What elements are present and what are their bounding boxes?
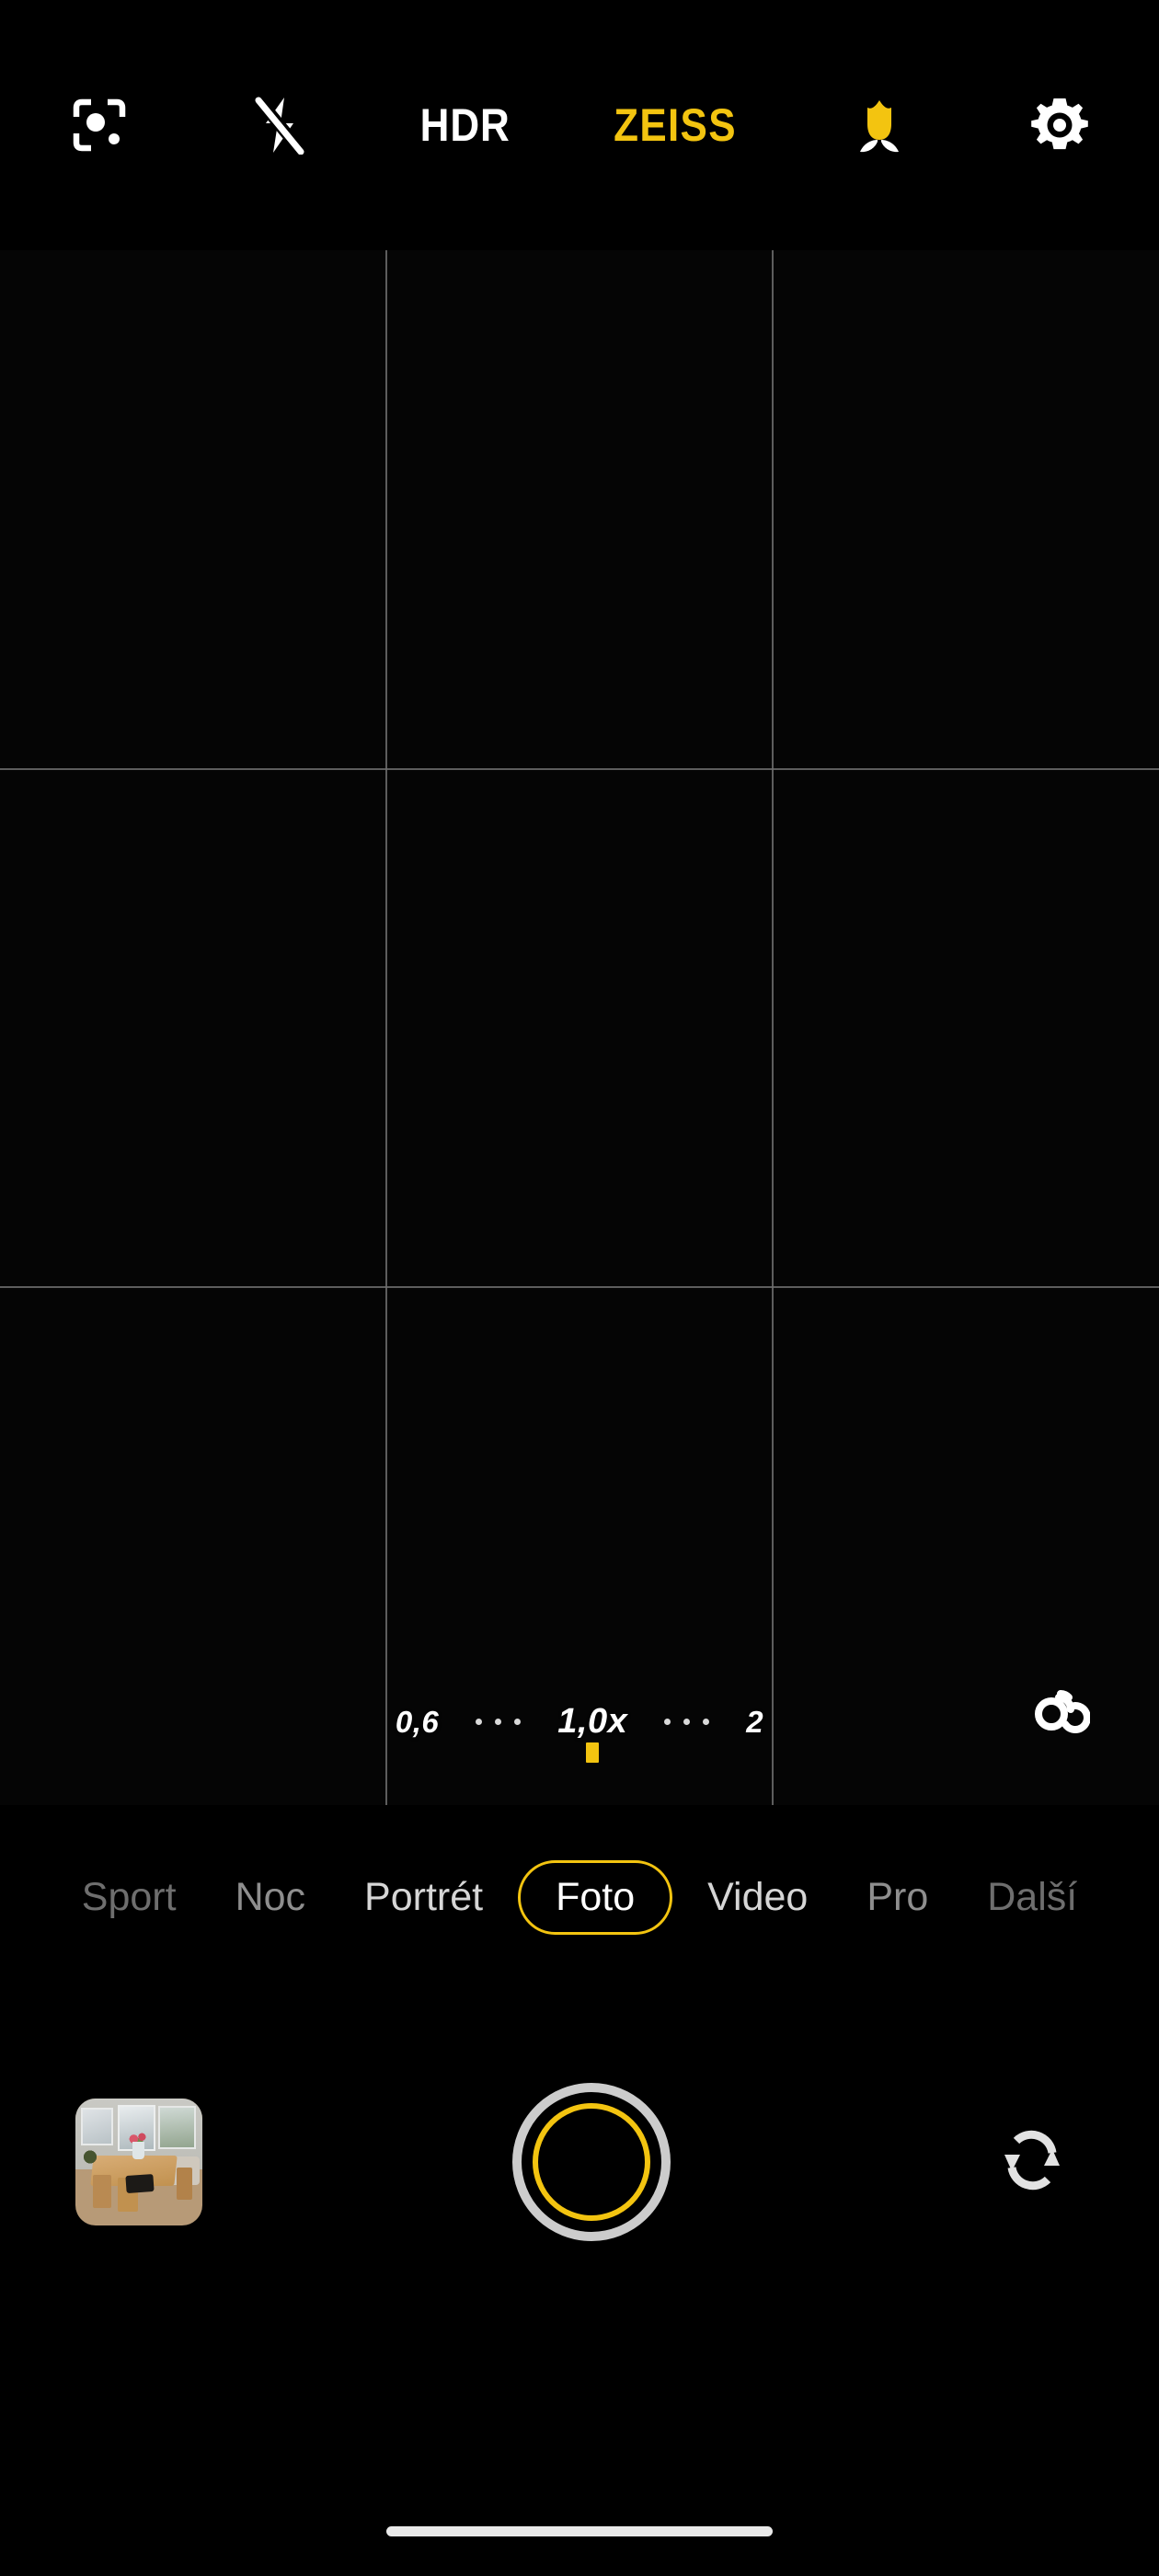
thumbnail-window-left	[80, 2107, 114, 2146]
flash-toggle-button[interactable]	[234, 75, 326, 176]
zoom-dot	[683, 1718, 691, 1725]
zoom-dot	[495, 1718, 502, 1725]
zeiss-toggle-button[interactable]: ZEISS	[605, 75, 745, 176]
camera-app-screen: HDR ZEISS 0,6 1,0x 2 Sport Noc Portrét F…	[0, 0, 1159, 2576]
zoom-step-label: 2	[746, 1704, 764, 1739]
zoom-control: 0,6 1,0x 2	[0, 1702, 1159, 1763]
top-toolbar: HDR ZEISS	[0, 0, 1159, 250]
lens-switch-button[interactable]	[1019, 1667, 1100, 1748]
zoom-dot	[703, 1718, 710, 1725]
gallery-thumbnail-button[interactable]	[75, 2099, 202, 2225]
gear-icon	[1031, 97, 1088, 154]
macro-mode-button[interactable]	[833, 75, 925, 176]
thumbnail-pillow	[125, 2173, 155, 2194]
grid-line-horizontal-1	[0, 768, 1159, 770]
zoom-dot	[514, 1718, 522, 1725]
zoom-dot	[476, 1718, 483, 1725]
thumbnail-chair	[177, 2167, 192, 2201]
grid-line-vertical-2	[772, 250, 774, 1805]
zeiss-label: ZEISS	[613, 99, 737, 151]
camera-viewfinder[interactable]: 0,6 1,0x 2	[0, 250, 1159, 1805]
zoom-step-1.0x[interactable]: 1,0x	[554, 1702, 631, 1763]
zoom-step-label: 0,6	[395, 1704, 440, 1739]
zoom-step-0.6x[interactable]: 0,6	[392, 1707, 442, 1737]
mode-selector: Sport Noc Portrét Foto Video Pro Další	[0, 1805, 1159, 1989]
shutter-inner-ring	[533, 2103, 650, 2221]
mode-item-pro[interactable]: Pro	[837, 1877, 958, 1917]
ai-scene-detection-button[interactable]	[53, 75, 145, 176]
thumbnail-window-right	[157, 2106, 197, 2150]
zoom-dot	[664, 1718, 671, 1725]
zoom-dots-right	[655, 1718, 718, 1725]
hdr-toggle-button[interactable]: HDR	[414, 75, 516, 176]
flash-off-icon	[253, 96, 306, 155]
mode-item-foto[interactable]: Foto	[518, 1859, 673, 1935]
shutter-button[interactable]	[512, 2083, 671, 2241]
mode-item-dalsi[interactable]: Další	[958, 1877, 1107, 1917]
mode-item-sport[interactable]: Sport	[52, 1877, 206, 1917]
ai-scene-icon	[71, 97, 128, 154]
camera-lenses-icon	[1029, 1677, 1091, 1739]
grid-line-vertical-1	[385, 250, 387, 1805]
thumbnail-vase	[132, 2141, 144, 2160]
thumbnail-plant	[81, 2146, 98, 2168]
mode-item-portret[interactable]: Portrét	[335, 1877, 512, 1917]
capture-controls	[0, 2006, 1159, 2318]
zoom-step-label: 1,0x	[557, 1702, 628, 1741]
switch-camera-button[interactable]	[981, 2110, 1084, 2214]
settings-button[interactable]	[1014, 75, 1106, 176]
mode-item-video[interactable]: Video	[678, 1877, 837, 1917]
home-indicator[interactable]	[386, 2526, 773, 2536]
tulip-icon	[853, 97, 906, 154]
camera-flip-icon	[993, 2122, 1071, 2203]
zoom-step-2x[interactable]: 2	[742, 1707, 767, 1737]
grid-line-horizontal-2	[0, 1286, 1159, 1288]
zoom-active-marker	[586, 1742, 600, 1763]
zoom-dots-left	[466, 1718, 530, 1725]
thumbnail-chair	[93, 2174, 111, 2208]
mode-item-noc[interactable]: Noc	[206, 1877, 335, 1917]
hdr-label: HDR	[419, 99, 511, 151]
